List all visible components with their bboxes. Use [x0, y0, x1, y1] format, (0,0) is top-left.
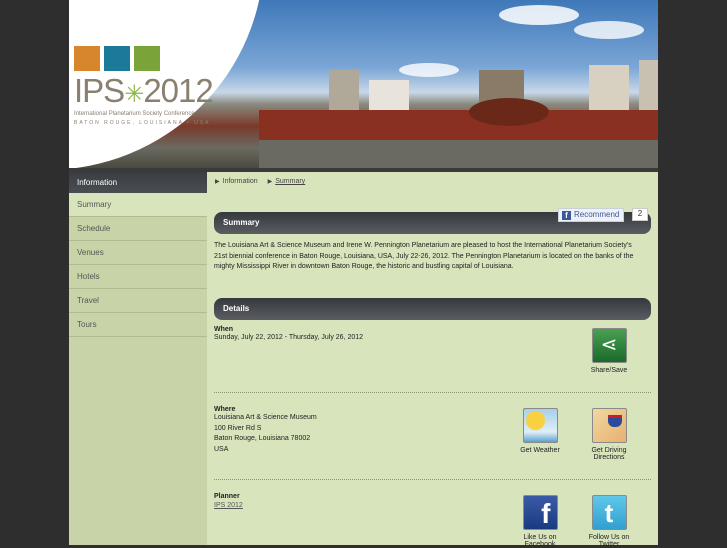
page: IPS✳2012 International Planetarium Socie…: [69, 0, 658, 548]
twitter-label: Follow Us on Twitter: [588, 534, 630, 548]
summary-text: The Louisiana Art & Science Museum and I…: [214, 242, 634, 271]
breadcrumb-summary[interactable]: Summary: [275, 178, 305, 185]
get-weather-button[interactable]: Get Weather: [517, 408, 563, 454]
breadcrumb: ▶ Information ▶ Summary: [215, 178, 313, 185]
sidebar-item-schedule[interactable]: Schedule: [69, 217, 207, 241]
planner-link[interactable]: IPS 2012: [214, 502, 243, 509]
twitter-icon: t: [591, 495, 627, 530]
twitter-follow-button[interactable]: t Follow Us on Twitter: [586, 495, 632, 548]
logo-location: BATON ROUGE, LOUISIANA • USA: [74, 120, 211, 126]
arrow-right-icon: ▶: [267, 179, 273, 185]
ips-logo: IPS✳2012 International Planetarium Socie…: [74, 46, 244, 126]
share-save-button[interactable]: ⋖ Share/Save: [586, 328, 632, 374]
logo-title: IPS: [74, 72, 125, 109]
get-directions-button[interactable]: Get Driving Directions: [586, 408, 632, 461]
facebook-recommend-button[interactable]: f Recommend: [558, 208, 625, 222]
facebook-icon: f: [522, 495, 558, 530]
logo-year: 2012: [143, 72, 213, 109]
divider: [214, 392, 651, 393]
sidebar-item-tours[interactable]: Tours: [69, 313, 207, 337]
sidebar-item-venues[interactable]: Venues: [69, 241, 207, 265]
logo-subtitle: International Planetarium Society Confer…: [74, 111, 195, 117]
map-directions-icon: [591, 408, 627, 443]
details-header: Details: [214, 298, 651, 320]
facebook-icon: f: [562, 211, 571, 220]
sidebar-nav: Information Summary Schedule Venues Hote…: [69, 172, 207, 545]
facebook-label: Like Us on Facebook: [523, 534, 557, 548]
breadcrumb-information[interactable]: Information: [223, 178, 258, 185]
share-label: Share/Save: [590, 367, 628, 374]
directions-label: Get Driving Directions: [591, 447, 627, 461]
main-content: ▶ Information ▶ Summary Summary f Recommend…: [207, 172, 658, 548]
divider: [214, 479, 651, 480]
sidebar-item-travel[interactable]: Travel: [69, 289, 207, 313]
weather-icon: [522, 408, 558, 443]
sidebar-item-hotels[interactable]: Hotels: [69, 265, 207, 289]
header-banner: IPS✳2012 International Planetarium Socie…: [69, 0, 658, 168]
weather-label: Get Weather: [520, 447, 560, 454]
recommend-label: Recommend: [574, 210, 620, 219]
sidebar-item-summary[interactable]: Summary: [69, 193, 207, 217]
share-icon: ⋖: [591, 328, 627, 363]
facebook-like-button[interactable]: f Like Us on Facebook: [517, 495, 563, 548]
sidebar-heading: Information: [69, 172, 207, 193]
arrow-right-icon: ▶: [215, 179, 220, 185]
recommend-count: 2: [632, 208, 648, 221]
